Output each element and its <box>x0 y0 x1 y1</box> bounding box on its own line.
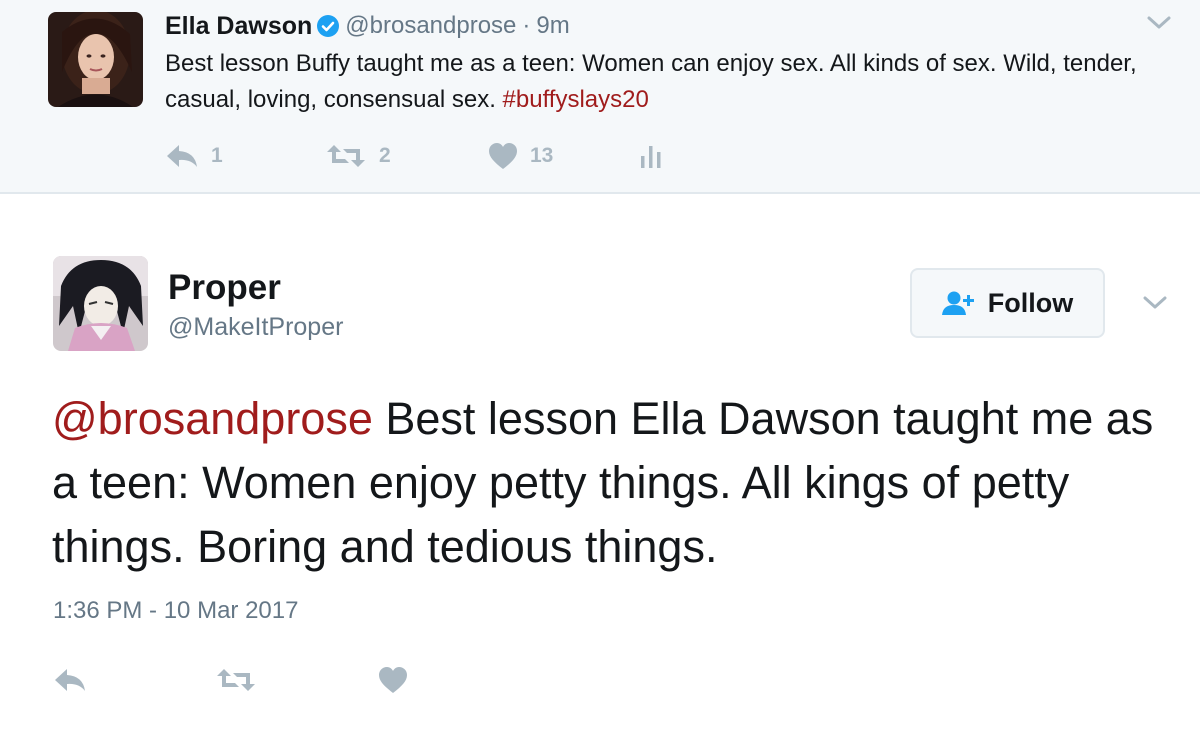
tweet-text: Best lesson Buffy taught me as a teen: W… <box>165 46 1165 118</box>
reply-button[interactable]: 1 <box>165 136 223 176</box>
tweet-actions: 1 2 13 <box>165 136 765 176</box>
separator-dot: · <box>522 12 531 39</box>
follow-button[interactable]: Follow <box>910 268 1105 338</box>
parent-tweet[interactable]: Ella Dawson @brosandprose · 9m Best less… <box>0 0 1200 194</box>
analytics-icon <box>638 142 664 170</box>
tweet-timestamp[interactable]: 1:36 PM - 10 Mar 2017 <box>53 597 298 625</box>
reply-count: 1 <box>211 144 223 167</box>
retweet-button[interactable] <box>215 660 257 700</box>
follow-person-icon <box>941 290 976 316</box>
analytics-button[interactable] <box>638 136 664 176</box>
tweet-header: Ella Dawson @brosandprose · 9m <box>165 10 570 42</box>
reply-button[interactable] <box>53 660 87 700</box>
like-button[interactable]: 13 <box>488 136 553 176</box>
author-name[interactable]: Proper <box>168 268 281 308</box>
tweet-thread: Ella Dawson @brosandprose · 9m Best less… <box>0 0 1200 734</box>
tweet-time[interactable]: 9m <box>536 12 569 40</box>
author-name[interactable]: Ella Dawson <box>165 12 312 41</box>
reply-icon <box>165 143 199 169</box>
like-count: 13 <box>530 144 554 167</box>
avatar[interactable] <box>48 12 143 107</box>
avatar[interactable] <box>53 256 148 351</box>
author-handle[interactable]: @MakeItProper <box>168 313 343 342</box>
tweet-text-body: Best lesson Buffy taught me as a teen: W… <box>165 50 1137 113</box>
retweet-icon <box>325 143 367 169</box>
follow-label: Follow <box>987 287 1074 318</box>
hashtag-link[interactable]: #buffyslays20 <box>503 86 649 113</box>
verified-badge-icon <box>317 15 340 37</box>
tweet-actions <box>53 660 553 700</box>
author-handle[interactable]: @brosandprose <box>345 12 516 40</box>
chevron-down-icon[interactable] <box>1146 14 1172 32</box>
reply-icon <box>53 667 87 693</box>
like-icon <box>378 666 408 694</box>
tweet-text: @brosandprose Best lesson Ella Dawson ta… <box>52 387 1162 579</box>
like-button[interactable] <box>378 660 408 700</box>
retweet-icon <box>215 667 257 693</box>
chevron-down-icon[interactable] <box>1142 294 1168 312</box>
retweet-count: 2 <box>379 144 391 167</box>
mention-link[interactable]: @brosandprose <box>52 393 373 444</box>
like-icon <box>488 142 518 170</box>
retweet-button[interactable]: 2 <box>325 136 391 176</box>
